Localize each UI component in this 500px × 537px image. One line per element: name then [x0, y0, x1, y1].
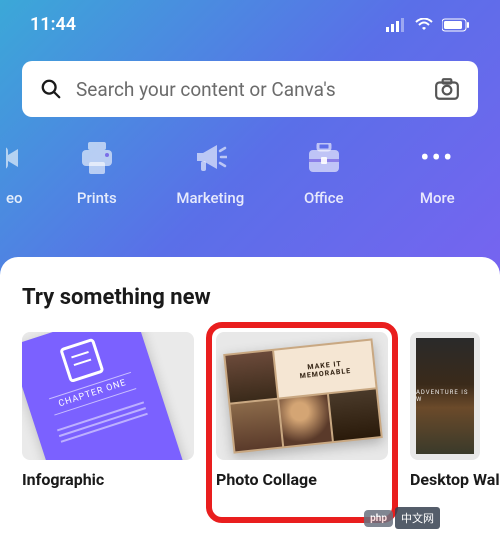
- more-icon: •••: [420, 144, 454, 172]
- category-label: More: [420, 189, 455, 207]
- category-marketing[interactable]: Marketing: [154, 139, 267, 207]
- category-label: Prints: [77, 189, 117, 207]
- wifi-icon: [414, 18, 434, 32]
- category-video[interactable]: eo: [6, 139, 40, 207]
- card-thumbnail: ADVENTURE IS W: [410, 332, 480, 460]
- status-time: 11:44: [30, 14, 76, 35]
- status-icons: [386, 18, 470, 32]
- section-title: Try something new: [0, 285, 500, 332]
- search-placeholder: Search your content or Canva's: [76, 78, 420, 101]
- category-more[interactable]: ••• More: [381, 139, 494, 207]
- battery-icon: [442, 18, 470, 32]
- camera-icon[interactable]: [434, 76, 460, 102]
- card-thumbnail: CHAPTER ONE: [22, 332, 194, 460]
- search-icon: [40, 78, 62, 100]
- status-bar: 11:44: [0, 0, 500, 43]
- video-icon: [6, 143, 20, 173]
- watermark-text: 中文网: [395, 507, 440, 529]
- cellular-icon: [386, 18, 406, 32]
- category-office[interactable]: Office: [267, 139, 380, 207]
- card-title: Desktop Wal: [410, 470, 500, 489]
- category-label: Office: [304, 189, 344, 207]
- search-bar[interactable]: Search your content or Canva's: [22, 61, 478, 117]
- watermark: php 中文网: [364, 507, 440, 529]
- template-cards-row: CHAPTER ONE Infographic MAKE IT MEMORABL…: [0, 332, 500, 489]
- card-title: Photo Collage: [216, 470, 388, 489]
- briefcase-icon: [307, 143, 341, 173]
- category-label: eo: [6, 189, 23, 207]
- category-prints[interactable]: Prints: [40, 139, 153, 207]
- card-photo-collage[interactable]: MAKE IT MEMORABLE Photo Collage: [216, 332, 388, 489]
- thumb-text: ADVENTURE IS W: [416, 389, 474, 403]
- card-desktop-wallpaper[interactable]: ADVENTURE IS W Desktop Wal: [410, 332, 500, 489]
- card-infographic[interactable]: CHAPTER ONE Infographic: [22, 332, 194, 489]
- card-thumbnail: MAKE IT MEMORABLE: [216, 332, 388, 460]
- category-row: eo Prints Marketing Office ••• More: [0, 139, 500, 235]
- watermark-badge: php: [364, 510, 393, 527]
- printer-icon: [80, 142, 114, 174]
- card-title: Infographic: [22, 470, 194, 489]
- megaphone-icon: [193, 143, 227, 173]
- content-sheet: Try something new CHAPTER ONE Infographi…: [0, 257, 500, 537]
- category-label: Marketing: [176, 189, 244, 207]
